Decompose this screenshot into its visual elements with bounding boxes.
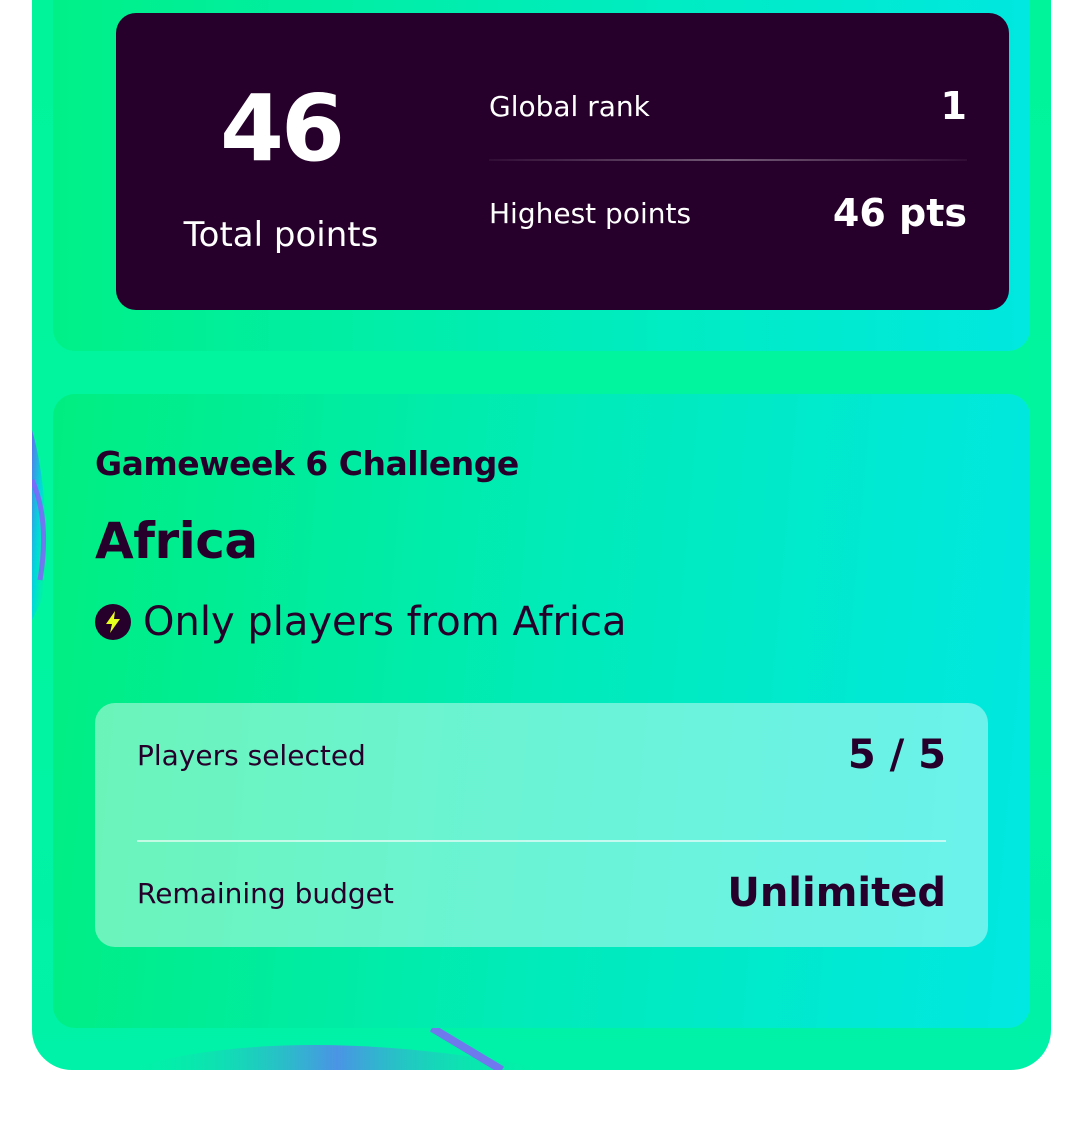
challenge-region: Africa [95,512,258,570]
info-divider [137,840,946,842]
global-rank-value: 1 [940,84,967,128]
challenge-rule-text: Only players from Africa [143,599,627,645]
highest-points-value: 46 pts [832,191,967,235]
players-selected-row: Players selected 5 / 5 [137,731,946,779]
selection-info-box: Players selected 5 / 5 Remaining budget … [95,703,988,947]
highest-points-row: Highest points 46 pts [489,188,967,238]
total-points-label: Total points [183,215,379,255]
remaining-budget-label: Remaining budget [137,876,394,910]
highest-points-label: Highest points [489,196,692,230]
players-selected-label: Players selected [137,738,366,772]
challenge-card[interactable]: Gameweek 6 Challenge Africa Only players… [53,394,1030,1028]
score-card: 46 Total points Global rank 1 Highest po… [53,0,1030,351]
stats-divider [489,159,967,161]
remaining-budget-value: Unlimited [727,870,946,916]
total-points-value: 46 [219,75,345,182]
challenge-rule: Only players from Africa [95,599,627,645]
remaining-budget-row: Remaining budget Unlimited [137,869,946,917]
lightning-bolt-icon [95,604,131,640]
challenge-title: Gameweek 6 Challenge [95,444,519,483]
global-rank-row: Global rank 1 [489,81,967,131]
players-selected-value: 5 / 5 [847,732,946,778]
global-rank-label: Global rank [489,89,650,123]
challenge-panel: 46 Total points Global rank 1 Highest po… [32,0,1051,1070]
stats-box: 46 Total points Global rank 1 Highest po… [116,13,1009,310]
